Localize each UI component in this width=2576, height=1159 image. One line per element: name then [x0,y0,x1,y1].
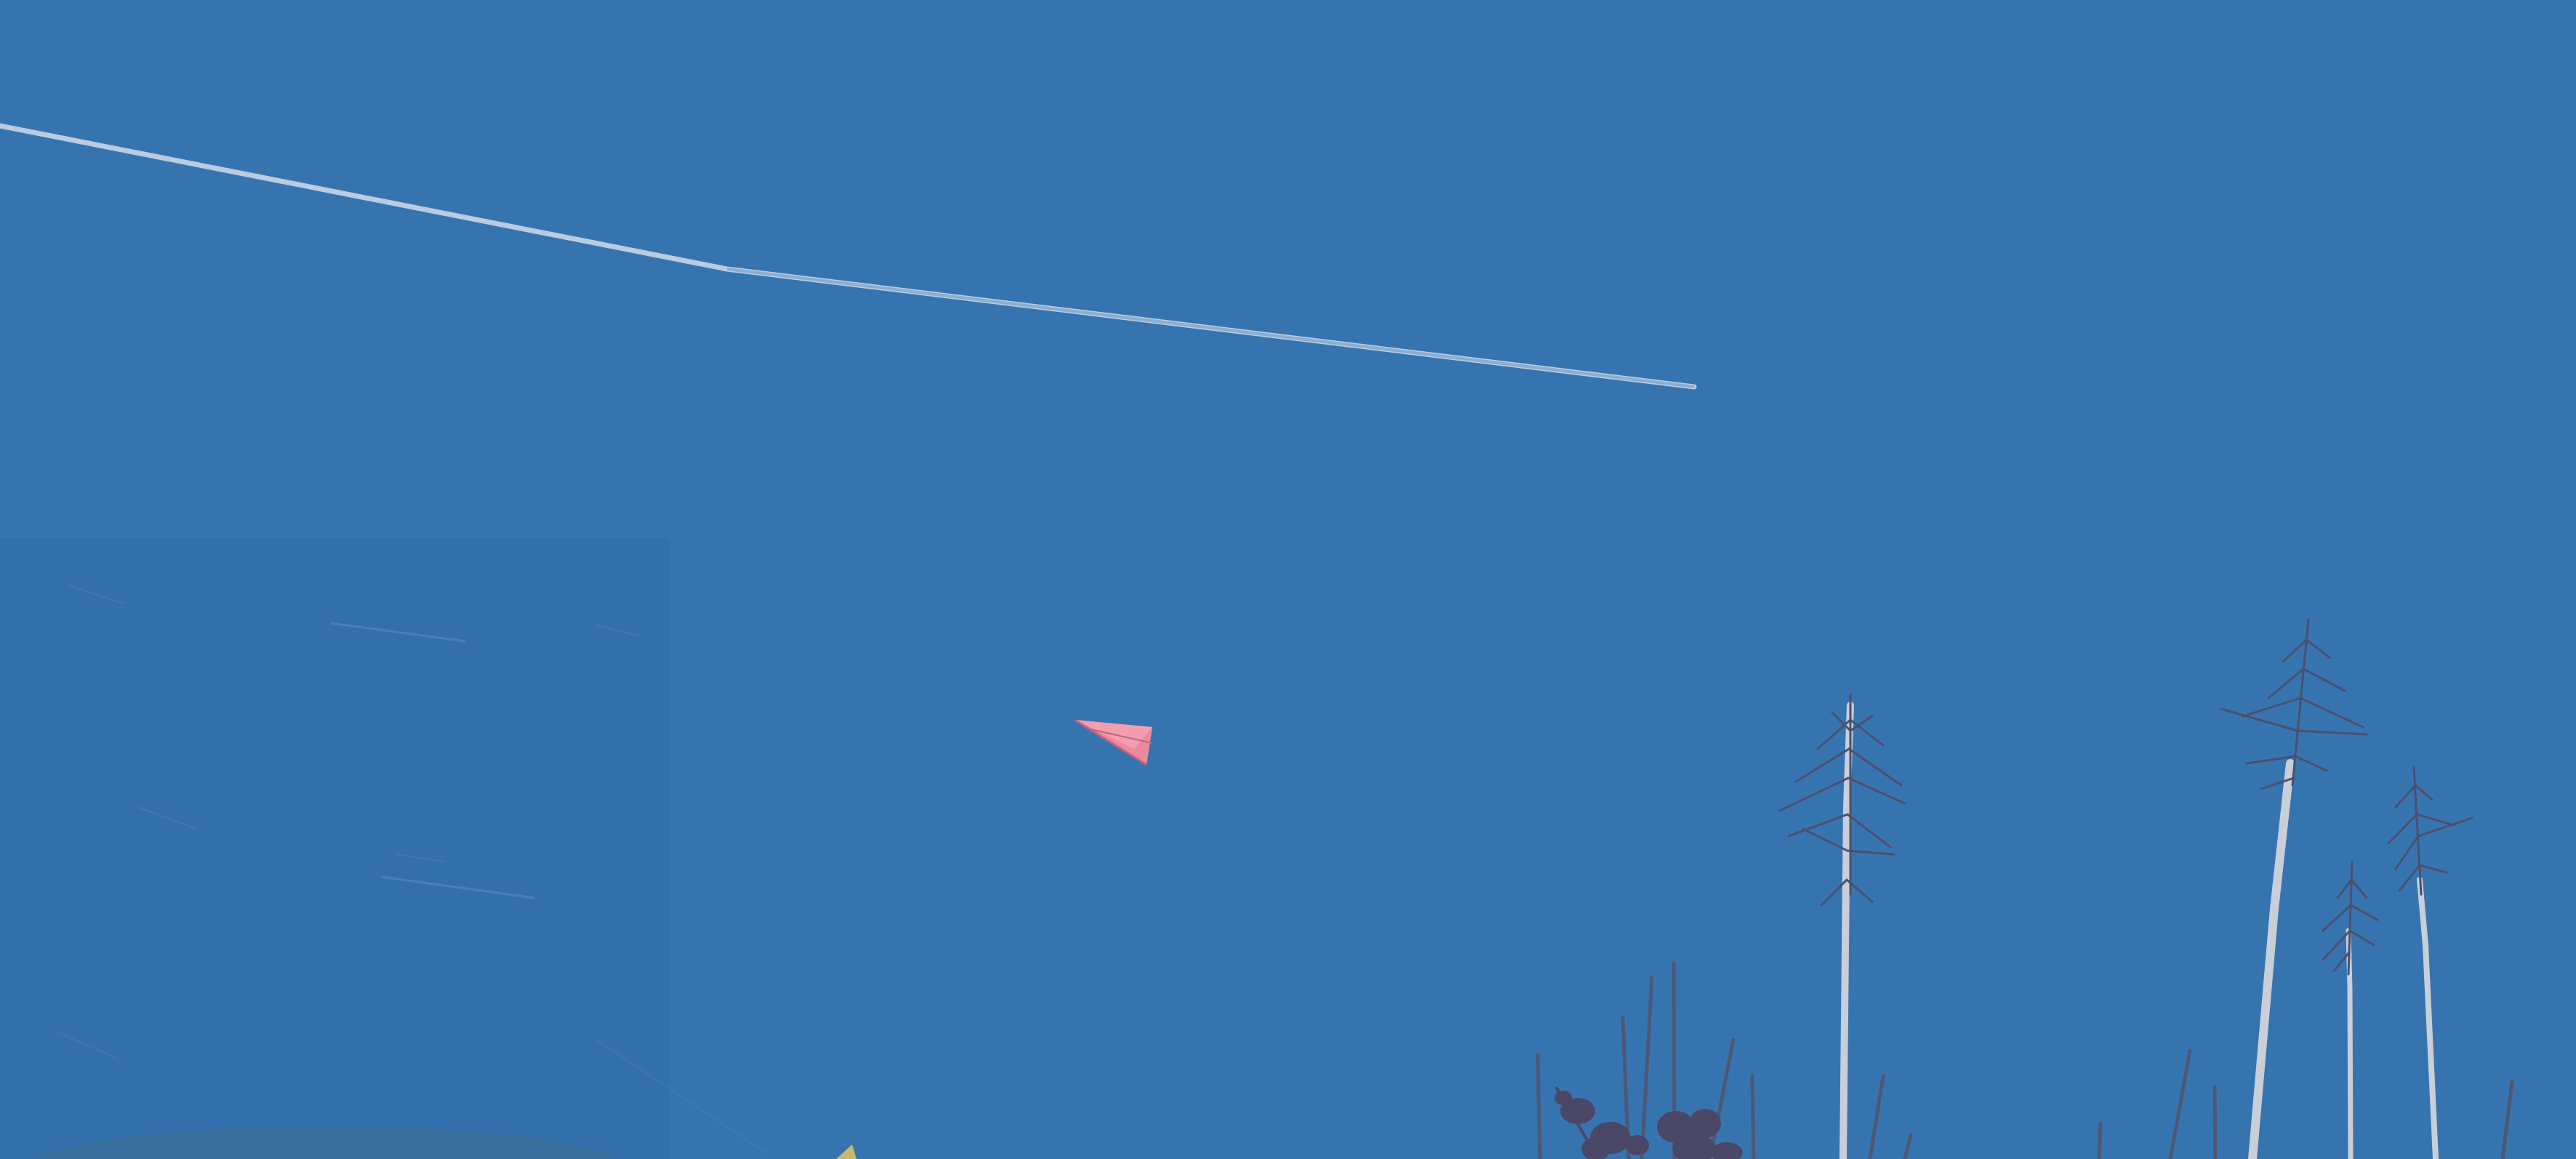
wallpaper-art [0,0,2576,1159]
wallpaper-scene [0,0,2576,1159]
sky-shade-panel [0,538,771,1159]
